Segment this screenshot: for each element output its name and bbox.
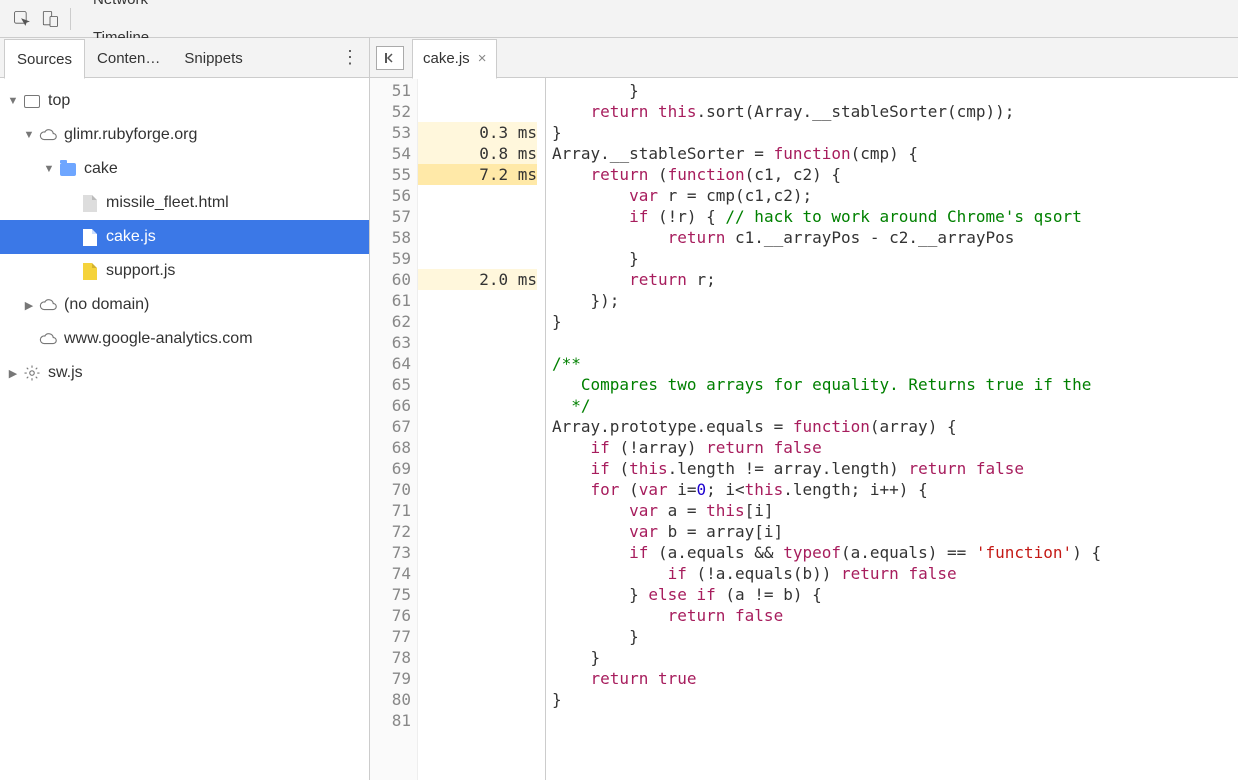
editor-pane: cake.js × 515253545556575859606162636465…	[370, 38, 1238, 780]
code-body[interactable]: } return this.sort(Array.__stableSorter(…	[546, 78, 1238, 780]
timing-gutter: 0.3 ms0.8 ms7.2 ms2.0 ms	[418, 78, 546, 780]
inspect-element-icon[interactable]	[8, 5, 36, 33]
tree-label: sw.js	[48, 364, 83, 382]
expand-icon[interactable]: ▶	[22, 299, 36, 312]
tree-file[interactable]: support.js	[0, 254, 369, 288]
expand-icon[interactable]: ▼	[6, 95, 20, 107]
file-tree: ▼ top ▼ glimr.rubyforge.org ▼ cake missi…	[0, 78, 369, 780]
tree-label: support.js	[106, 262, 175, 280]
toggle-navigator-icon[interactable]	[376, 46, 404, 70]
cloud-icon	[38, 295, 58, 315]
devtools-tab-network[interactable]: Network	[81, 0, 191, 19]
main-area: SourcesConten…Snippets ⋮ ▼ top ▼ glimr.r…	[0, 38, 1238, 780]
editor-tabs: cake.js ×	[370, 38, 1238, 78]
frame-icon	[22, 91, 42, 111]
line-number-gutter: 5152535455565758596061626364656667686970…	[370, 78, 418, 780]
tree-label: glimr.rubyforge.org	[64, 126, 197, 144]
tree-label: (no domain)	[64, 296, 149, 314]
more-icon[interactable]: ⋮	[341, 47, 359, 68]
folder-icon	[58, 159, 78, 179]
tree-file[interactable]: missile_fleet.html	[0, 186, 369, 220]
tree-label: www.google-analytics.com	[64, 330, 253, 348]
gear-icon	[22, 363, 42, 383]
tree-folder[interactable]: ▼ cake	[0, 152, 369, 186]
device-toggle-icon[interactable]	[36, 5, 64, 33]
sidebar-tab[interactable]: Sources	[4, 39, 85, 79]
file-tab[interactable]: cake.js ×	[412, 39, 497, 79]
expand-icon[interactable]: ▶	[6, 367, 20, 380]
sidebar-tab[interactable]: Conten…	[85, 38, 172, 78]
cloud-icon	[38, 125, 58, 145]
tree-label: top	[48, 92, 70, 110]
tree-label: cake	[84, 160, 118, 178]
tree-domain[interactable]: ▼ glimr.rubyforge.org	[0, 118, 369, 152]
tree-top[interactable]: ▼ top	[0, 84, 369, 118]
separator	[70, 8, 71, 30]
devtools-top-tabs: ElementsConsoleSourcesApplicationNetwork…	[0, 0, 1238, 38]
close-icon[interactable]: ×	[478, 50, 487, 67]
tree-label: missile_fleet.html	[106, 194, 229, 212]
code-editor[interactable]: 5152535455565758596061626364656667686970…	[370, 78, 1238, 780]
expand-icon[interactable]: ▼	[42, 163, 56, 175]
sidebar-tabs: SourcesConten…Snippets ⋮	[0, 38, 369, 78]
tree-no-domain[interactable]: ▶ (no domain)	[0, 288, 369, 322]
sidebar-tab[interactable]: Snippets	[172, 38, 254, 78]
sources-sidebar: SourcesConten…Snippets ⋮ ▼ top ▼ glimr.r…	[0, 38, 370, 780]
tree-sw[interactable]: ▶ sw.js	[0, 356, 369, 390]
cloud-icon	[38, 329, 58, 349]
tree-label: cake.js	[106, 228, 156, 246]
file-tab-label: cake.js	[423, 50, 470, 67]
file-icon	[80, 261, 100, 281]
tree-file-selected[interactable]: cake.js	[0, 220, 369, 254]
file-icon	[80, 227, 100, 247]
expand-icon[interactable]: ▼	[22, 129, 36, 141]
tree-domain[interactable]: ▶ www.google-analytics.com	[0, 322, 369, 356]
file-icon	[80, 193, 100, 213]
